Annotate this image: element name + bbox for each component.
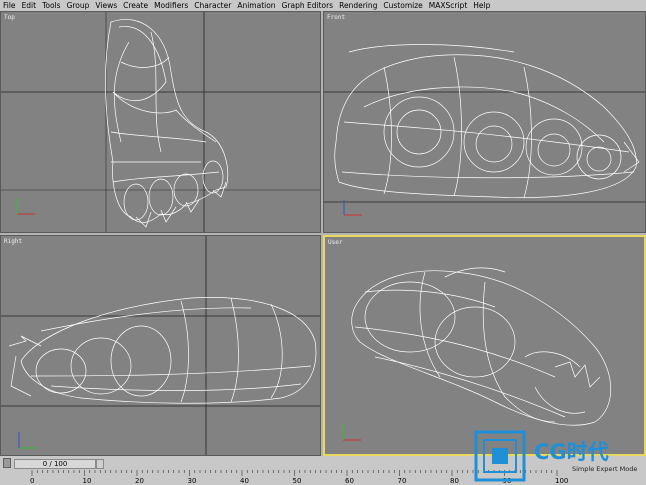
ruler-tick-label: 20: [135, 477, 144, 485]
menu-edit[interactable]: Edit: [19, 0, 40, 11]
menu-animation[interactable]: Animation: [234, 0, 278, 11]
menu-rendering[interactable]: Rendering: [336, 0, 380, 11]
ruler-tick-label: 10: [82, 477, 92, 485]
menu-bar: File Edit Tools Group Views Create Modifiers Ch…: [0, 0, 646, 11]
top-wireframe: [1, 12, 320, 232]
menu-graph-editors[interactable]: Graph Editors: [279, 0, 337, 11]
next-frame-icon[interactable]: [96, 459, 104, 469]
viewport-area: Top Front Right User: [0, 11, 646, 456]
time-slider-label: 0 / 100: [42, 460, 68, 468]
menu-character[interactable]: Character: [191, 0, 234, 11]
viewport-user[interactable]: User: [323, 235, 646, 456]
ruler-tick-label: 70: [397, 477, 407, 485]
timeline-toggle-icon[interactable]: [3, 458, 11, 468]
right-wireframe: [1, 236, 320, 455]
ruler-tick-label: 40: [240, 477, 249, 485]
status-text: Simple Expert Mode: [572, 465, 638, 473]
front-wireframe: [324, 44, 645, 216]
menu-group[interactable]: Group: [64, 0, 93, 11]
trackbar-icon[interactable]: [0, 470, 30, 485]
viewport-label-right: Right: [4, 238, 23, 245]
ruler-tick-label: 50: [292, 477, 302, 485]
viewport-front[interactable]: Front: [323, 11, 646, 233]
menu-modifiers[interactable]: Modifiers: [151, 0, 191, 11]
menu-help[interactable]: Help: [470, 0, 493, 11]
ruler-tick-label: 80: [450, 477, 459, 485]
menu-tools[interactable]: Tools: [39, 0, 63, 11]
viewport-label-top: Top: [4, 14, 15, 21]
menu-create[interactable]: Create: [120, 0, 151, 11]
viewport-label-front: Front: [327, 14, 346, 21]
brand-logo-text: CG时代: [534, 440, 609, 464]
ruler-tick-label: 30: [187, 477, 197, 485]
ruler-tick-label: 60: [345, 477, 354, 485]
menu-file[interactable]: File: [0, 0, 19, 11]
user-wireframe: [342, 267, 612, 441]
menu-customize[interactable]: Customize: [380, 0, 425, 11]
brand-logo: CG时代: [472, 430, 646, 485]
time-slider[interactable]: 0 / 100: [14, 459, 96, 469]
menu-maxscript[interactable]: MAXScript: [426, 0, 471, 11]
viewport-right[interactable]: Right: [0, 235, 321, 456]
ruler-tick-label: 0: [30, 477, 35, 485]
menu-views[interactable]: Views: [92, 0, 120, 11]
viewport-label-user: User: [328, 239, 343, 246]
viewport-top[interactable]: Top: [0, 11, 321, 233]
